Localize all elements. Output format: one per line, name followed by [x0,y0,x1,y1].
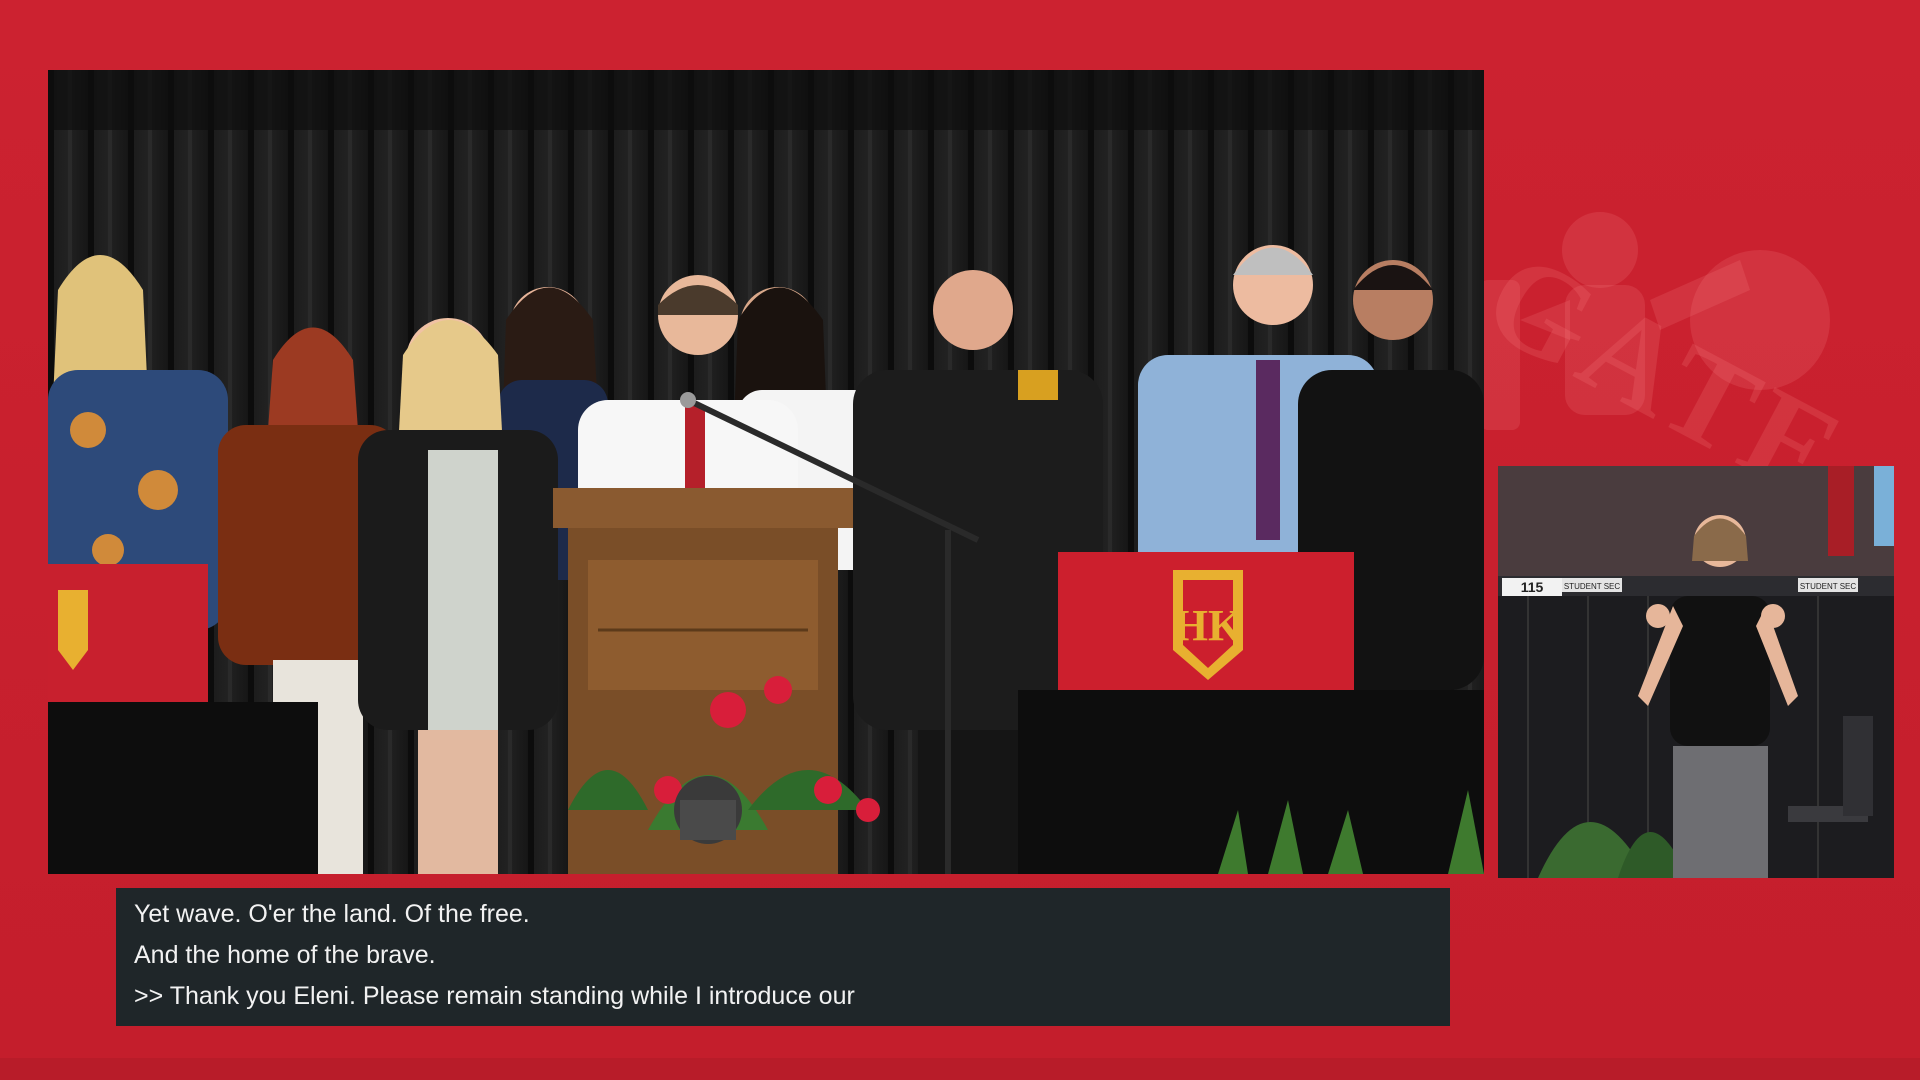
interpreter-video-feed[interactable]: 115 STUDENT SEC STUDENT SEC [1498,466,1894,878]
stage-scene: HK [48,70,1484,874]
svg-text:HK: HK [1174,601,1242,650]
svg-text:STUDENT SEC: STUDENT SEC [1800,582,1857,591]
svg-text:115: 115 [1521,579,1544,595]
caption-line-2: And the home of the brave. [134,941,436,969]
stream-canvas: HELLGATE HK 115 STUDENT SEC STUDENT SEC … [0,0,1920,1080]
closed-captions: Yet wave. O'er the land. Of the free. An… [116,888,1450,1026]
caption-line-3: >> Thank you Eleni. Please remain standi… [134,982,855,1010]
caption-line-1: Yet wave. O'er the land. Of the free. [134,900,530,928]
svg-text:STUDENT SEC: STUDENT SEC [1564,582,1621,591]
bottom-strip [0,1058,1920,1080]
interpreter-scene: 115 STUDENT SEC STUDENT SEC [1498,466,1894,878]
main-video-feed[interactable]: HK [48,70,1484,874]
